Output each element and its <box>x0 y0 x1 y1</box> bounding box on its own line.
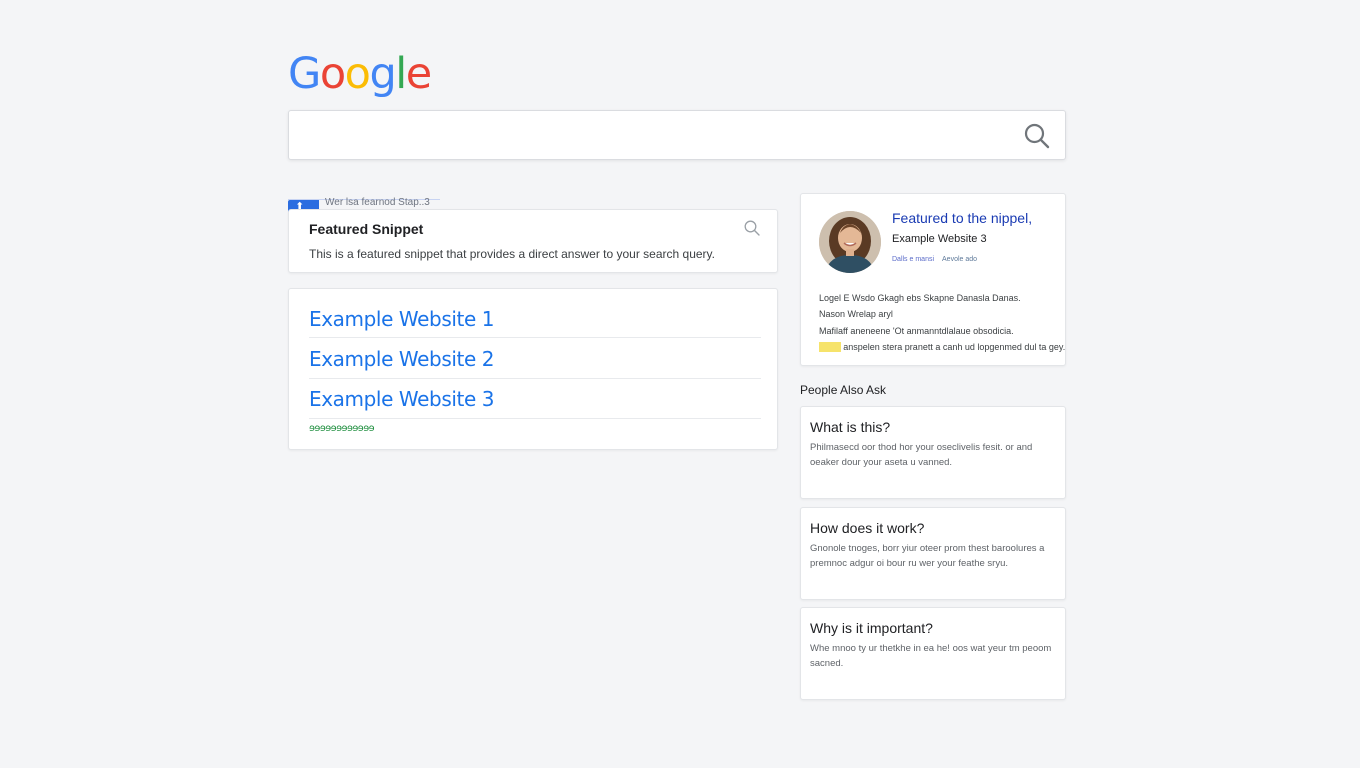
person-photo-icon <box>819 211 881 273</box>
search-box[interactable] <box>288 110 1066 160</box>
kp-line-text: anspelen stera pranett a canh ud lopgenm… <box>843 342 1066 352</box>
result-divider <box>309 418 761 419</box>
search-icon[interactable] <box>1023 122 1051 150</box>
result-link-1[interactable]: Example Website 1 <box>309 307 495 331</box>
result-divider <box>309 378 761 379</box>
logo-letter: o <box>319 49 346 99</box>
avatar <box>819 211 881 273</box>
search-input[interactable] <box>303 121 1003 151</box>
snippet-text: This is a featured snippet that provides… <box>309 247 715 261</box>
paa-answer: Whe mnoo ty ur thetkhe in ea he! oos wat… <box>810 643 1052 669</box>
paa-question[interactable]: How does it work? <box>810 520 924 536</box>
logo-letter: G <box>288 49 321 99</box>
featured-snippet-card: Featured Snippet This is a featured snip… <box>288 209 778 273</box>
paa-question[interactable]: Why is it important? <box>810 620 933 636</box>
paa-item[interactable]: Why is it important? Whe mnoo ty ur thet… <box>800 607 1066 700</box>
result-url[interactable]: ɘɘɘɘɘɘɘɘɘɘɘɘ <box>309 423 375 434</box>
results-card: Example Website 1 Example Website 2 Exam… <box>288 288 778 450</box>
result-link-3[interactable]: Example Website 3 <box>309 387 495 411</box>
kp-tag[interactable]: Aevole ado <box>942 256 977 263</box>
google-logo[interactable]: Google <box>288 48 432 100</box>
kp-subtitle: Example Website 3 <box>892 233 987 245</box>
kp-line: Nason Wrelap aryl <box>819 309 893 319</box>
kp-line: Logel E Wsdo Gkagh ebs Skapne Danasla Da… <box>819 293 1021 303</box>
paa-item[interactable]: What is this? Philmasecd oor thod hor yo… <box>800 406 1066 499</box>
paa-answer: Gnonole tnoges, borr yiur oteer prom the… <box>810 543 1045 569</box>
result-link-2[interactable]: Example Website 2 <box>309 347 495 371</box>
snippet-tab-label: Wer lsa fearnod Stap..3 <box>325 197 430 208</box>
kp-tags: Dalls e mansi Aevole ado <box>892 256 977 263</box>
kp-title[interactable]: Featured to the nippel, <box>892 210 1032 226</box>
paa-question[interactable]: What is this? <box>810 419 890 435</box>
logo-letter: l <box>395 49 407 99</box>
kp-tag[interactable]: Dalls e mansi <box>892 256 934 263</box>
logo-letter: o <box>344 49 371 99</box>
snippet-title: Featured Snippet <box>309 221 424 237</box>
kp-line: Mafilaff aneneene 'Ot anmanntdlalaue obs… <box>819 326 1014 336</box>
logo-letter: e <box>405 49 432 99</box>
kp-line-highlighted: ■■■■ anspelen stera pranett a canh ud lo… <box>819 342 1065 352</box>
knowledge-panel: Featured to the nippel, Example Website … <box>800 193 1066 366</box>
result-divider <box>309 337 761 338</box>
highlight-mark: ■■■■ <box>819 342 841 352</box>
paa-answer: Philmasecd oor thod hor your oseclivelis… <box>810 442 1033 468</box>
people-also-ask-heading: People Also Ask <box>800 383 887 397</box>
logo-letter: g <box>369 49 396 99</box>
search-icon[interactable] <box>743 219 761 237</box>
paa-item[interactable]: How does it work? Gnonole tnoges, borr y… <box>800 507 1066 600</box>
